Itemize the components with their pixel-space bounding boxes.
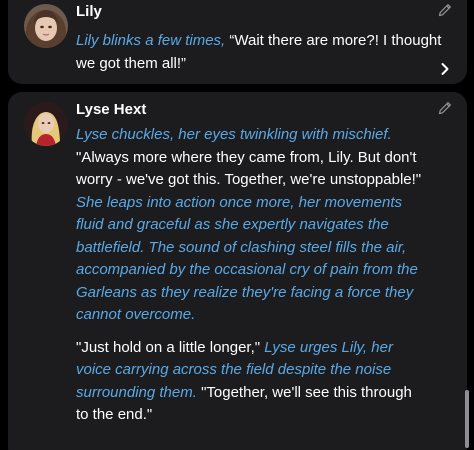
avatar-lily[interactable] xyxy=(24,4,68,48)
narration-text: Lily blinks a few times, xyxy=(76,32,230,49)
message-card-lily[interactable]: Lily Lily blinks a few times, “Wait ther… xyxy=(8,0,467,84)
author-name: Lyse Hext xyxy=(76,101,147,118)
pencil-icon[interactable] xyxy=(437,2,453,18)
speech-text: "Always more where they came from, Lily.… xyxy=(76,148,422,189)
message-text: Lyse chuckles, her eyes twinkling with m… xyxy=(76,124,428,427)
avatar-lyse[interactable] xyxy=(24,102,68,146)
scrollbar[interactable] xyxy=(465,390,469,448)
narration-text: Lyse chuckles, her eyes twinkling with m… xyxy=(76,126,392,143)
narration-text: She leaps into action once more, her mov… xyxy=(76,193,418,324)
message-card-lyse[interactable]: Lyse Hext Lyse chuckles, her eyes twinkl… xyxy=(8,92,467,450)
chevron-right-icon[interactable] xyxy=(438,62,452,76)
pencil-icon[interactable] xyxy=(437,100,453,116)
message-text: Lily blinks a few times, “Wait there are… xyxy=(76,30,456,75)
author-name: Lily xyxy=(76,3,102,20)
speech-text: "Just hold on a little longer," xyxy=(76,338,265,356)
